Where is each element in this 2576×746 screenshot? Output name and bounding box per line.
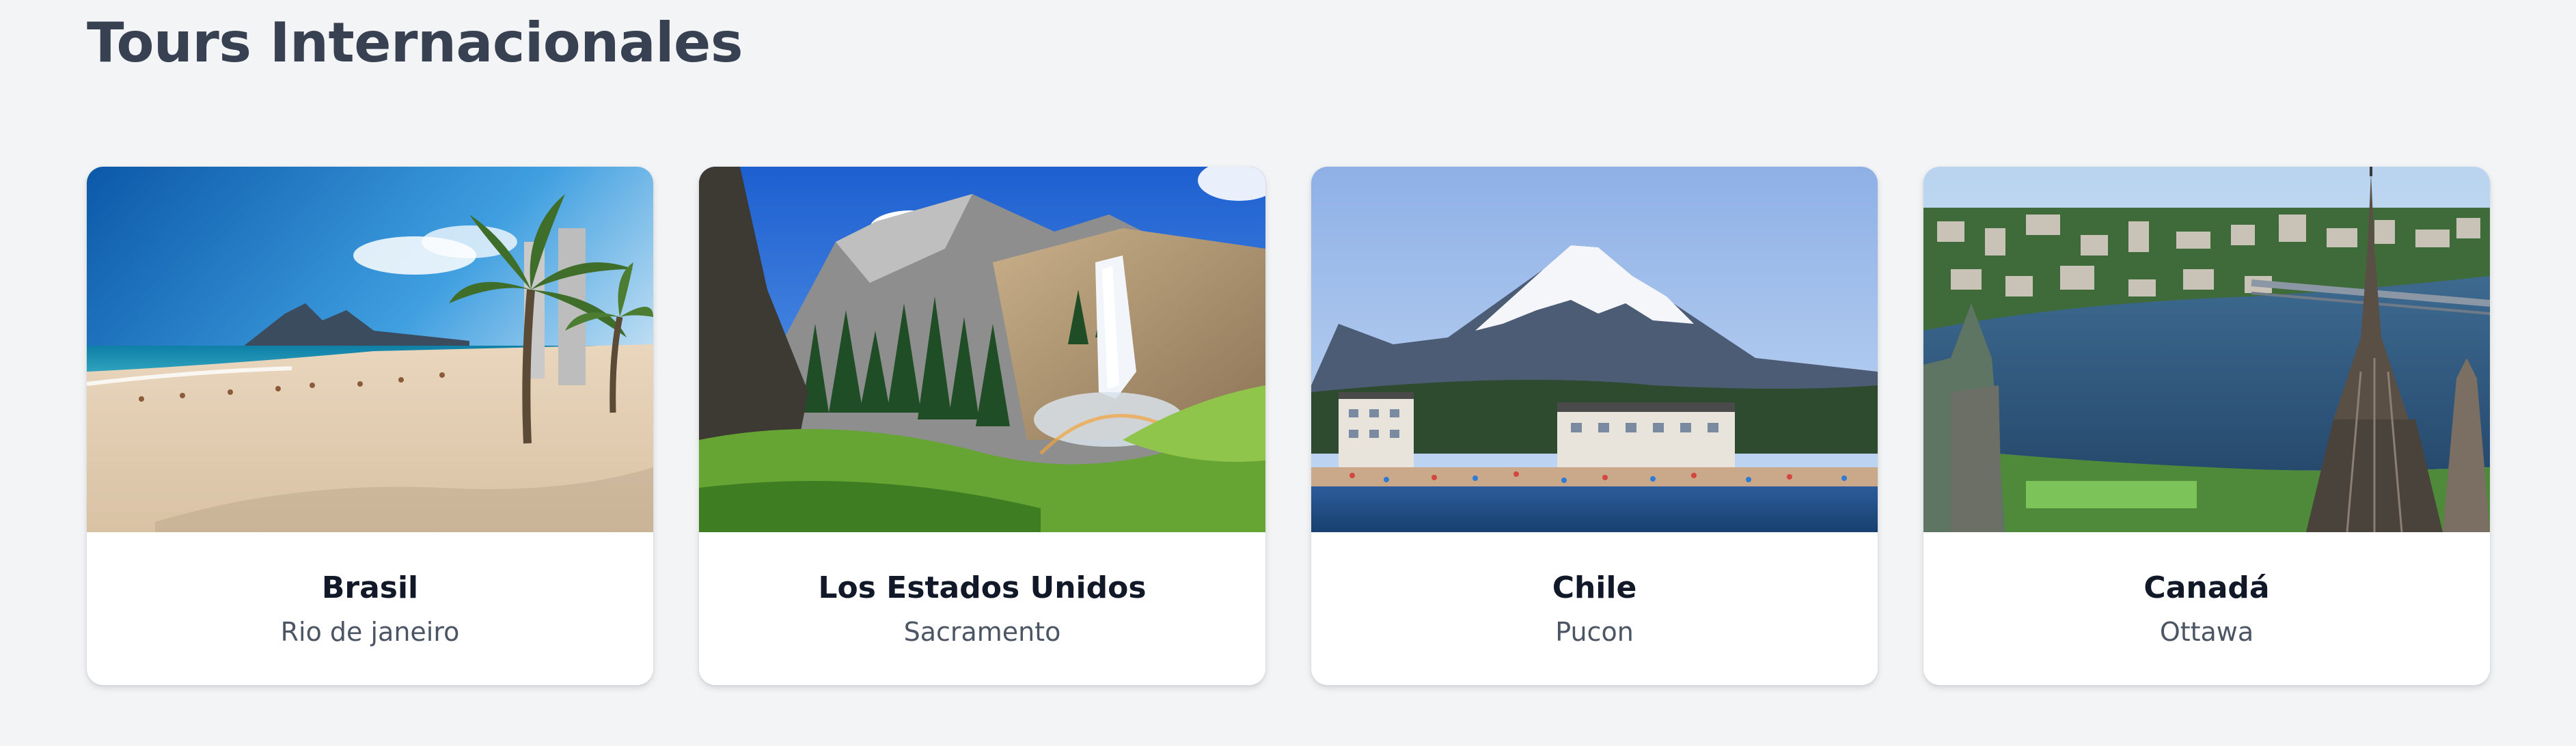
beach-palm-trees-photo[interactable] bbox=[87, 167, 653, 532]
city-river-parliament-photo[interactable] bbox=[1923, 167, 2490, 532]
card-body: Los Estados Unidos Sacramento bbox=[699, 532, 1265, 685]
tour-city: Sacramento bbox=[903, 617, 1061, 647]
card-body: Brasil Rio de janeiro bbox=[87, 532, 653, 685]
card-body: Chile Pucon bbox=[1311, 532, 1878, 685]
tour-country: Canadá bbox=[2143, 570, 2270, 605]
waterfall-canyon-photo[interactable] bbox=[699, 167, 1265, 532]
tour-card-chile[interactable]: Chile Pucon bbox=[1311, 167, 1878, 685]
tour-country: Brasil bbox=[321, 570, 419, 605]
snow-volcano-lake-photo[interactable] bbox=[1311, 167, 1878, 532]
tour-card-brasil[interactable]: Brasil Rio de janeiro bbox=[87, 167, 653, 685]
tour-city: Rio de janeiro bbox=[280, 617, 460, 647]
tour-city: Pucon bbox=[1555, 617, 1634, 647]
tour-card-canada[interactable]: Canadá Ottawa bbox=[1923, 167, 2490, 685]
page-title: Tours Internacionales bbox=[87, 11, 743, 74]
tour-city: Ottawa bbox=[2159, 617, 2254, 647]
tour-country: Los Estados Unidos bbox=[818, 570, 1147, 605]
tour-cards-grid: Brasil Rio de janeiro Los Estados Unidos… bbox=[87, 167, 2490, 685]
tour-card-estados-unidos[interactable]: Los Estados Unidos Sacramento bbox=[699, 167, 1265, 685]
tour-country: Chile bbox=[1552, 570, 1637, 605]
card-body: Canadá Ottawa bbox=[1923, 532, 2490, 685]
